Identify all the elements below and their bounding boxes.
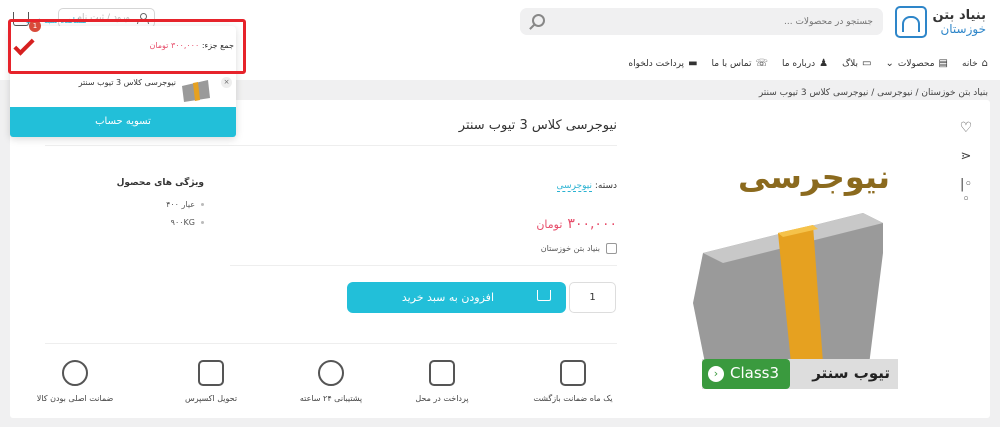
compare-icon[interactable]: ◦|◦ — [958, 177, 974, 207]
image-caption-bar: تیوب سنتر ‹ Class3 — [702, 359, 898, 389]
nav-item-payment[interactable]: ▬ پرداخت دلخواه — [628, 58, 697, 69]
blog-icon: ▭ — [862, 58, 872, 69]
class-label: Class3 — [730, 364, 780, 382]
features-title: ویژگی های محصول — [116, 178, 204, 188]
nav-item-blog[interactable]: ▭ بلاگ — [842, 58, 871, 69]
box-icon — [198, 360, 224, 386]
product-title: نیوجرسی کلاس 3 تیوب سنتر — [458, 118, 617, 133]
add-to-cart-label: افزودن به سبد خرید — [401, 291, 494, 304]
basket-icon: ▤ — [938, 58, 948, 69]
feature-item: ۹۰۰KG — [171, 218, 204, 227]
nav-item-products[interactable]: ▤ محصولات ⌄ — [885, 58, 948, 69]
guarantee-express: تحویل اکسپرس — [156, 360, 266, 403]
search-bar[interactable] — [520, 8, 883, 35]
home-icon: ⌂ — [981, 58, 988, 69]
nav-item-home[interactable]: ⌂ خانه — [962, 58, 988, 69]
quantity-input[interactable]: 1 — [569, 282, 616, 313]
breadcrumb[interactable]: بنیاد بتن خوزستان / نیوجرسی / نیوجرسی کل… — [759, 88, 988, 98]
class-badge: ‹ Class3 — [702, 359, 790, 389]
heart-icon[interactable]: ♡ — [958, 120, 974, 136]
seller-name: بنیاد بتن خوزستان — [540, 244, 600, 253]
guarantee-divider — [45, 343, 617, 344]
guarantee-original: ضمانت اصلی بودن کالا — [20, 360, 130, 403]
add-to-cart-button[interactable]: افزودن به سبد خرید — [347, 282, 566, 313]
search-input[interactable] — [573, 13, 873, 30]
price-value: ۳۰۰,۰۰۰ — [567, 216, 617, 232]
chevron-down-icon: ⌄ — [885, 58, 894, 69]
people-icon: ♟ — [819, 58, 829, 69]
category-link[interactable]: نیوجرسی — [556, 181, 592, 192]
highlight-box — [8, 19, 246, 74]
product-price: ۳۰۰,۰۰۰ تومان — [536, 216, 617, 232]
mini-cart-item-name: نیوجرسی کلاس 3 تیوب سنتر — [78, 78, 176, 87]
return-icon — [560, 360, 586, 386]
checkout-button[interactable]: تسویه حساب — [10, 107, 236, 137]
mini-cart-item[interactable]: × نیوجرسی کلاس 3 تیوب سنتر — [10, 74, 236, 102]
nav-item-contact[interactable]: ☏ تماس با ما — [712, 58, 768, 69]
guarantee-cod: پرداخت در محل — [387, 360, 497, 403]
feature-item: عیار ۴۰۰ — [166, 200, 204, 209]
card-icon: ▬ — [688, 58, 698, 69]
seller-divider — [230, 265, 617, 266]
brand-subtitle: خوزستان — [940, 21, 986, 36]
badge-check-icon — [62, 360, 88, 386]
product-actions: ♡ ⋖ ◦|◦ — [958, 120, 974, 207]
map-pin-icon — [429, 360, 455, 386]
support-icon — [318, 360, 344, 386]
store-icon — [606, 243, 617, 254]
image-badge-text: تیوب سنتر — [812, 364, 890, 382]
barrier-graphic — [693, 213, 883, 383]
price-currency: تومان — [536, 218, 563, 231]
nav-item-about[interactable]: ♟ درباره ما — [782, 58, 828, 69]
product-category: دسته: نیوجرسی — [556, 181, 617, 192]
image-title: نیوجرسی — [738, 158, 890, 196]
remove-item-icon[interactable]: × — [221, 77, 232, 88]
seller-info[interactable]: بنیاد بتن خوزستان — [541, 243, 617, 254]
product-image[interactable]: نیوجرسی تیوب سنتر ‹ Class3 — [683, 118, 923, 408]
title-divider — [45, 145, 617, 146]
phone-icon: ☏ — [755, 58, 768, 69]
main-nav: ⌂ خانه ▤ محصولات ⌄ ▭ بلاگ ♟ درباره ما ☏ تماس ب… — [628, 58, 988, 69]
guarantee-return: یک ماه ضمانت بازگشت — [518, 360, 628, 403]
cart-icon — [537, 290, 551, 301]
brand-name: بنیاد بتن — [932, 7, 986, 23]
guarantee-support: پشتیبانی ۲۴ ساعته — [276, 360, 386, 403]
mini-cart-thumb — [182, 80, 210, 102]
site-logo[interactable]: بنیاد بتن خوزستان — [894, 6, 986, 38]
logo-icon — [894, 6, 927, 38]
search-icon[interactable] — [532, 14, 545, 27]
chevron-left-icon: ‹ — [708, 366, 724, 382]
share-icon[interactable]: ⋖ — [958, 149, 974, 164]
